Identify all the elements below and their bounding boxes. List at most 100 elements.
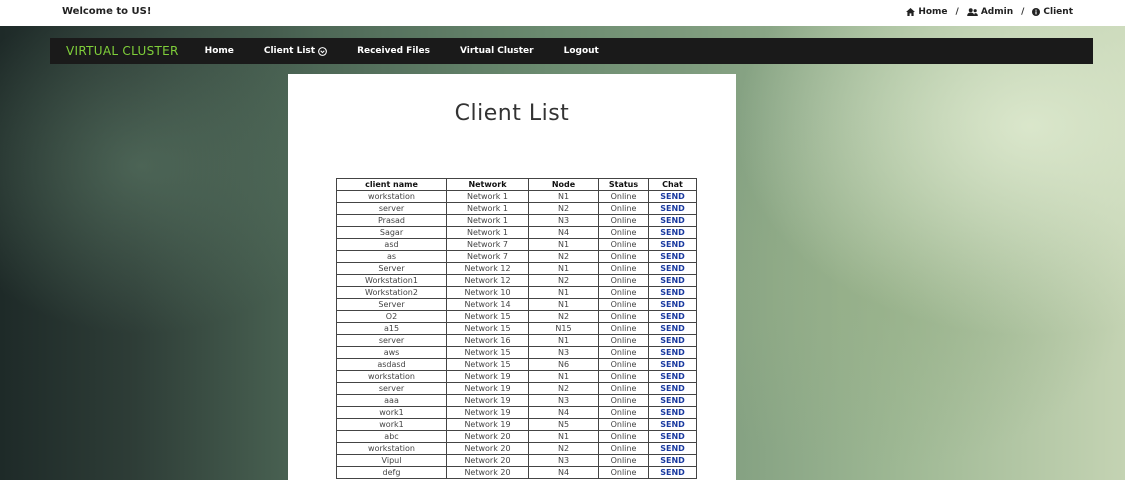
status-cell: Online (598, 238, 649, 251)
status-cell: Online (598, 346, 649, 359)
status-cell: Online (598, 202, 649, 215)
send-button[interactable]: SEND (648, 310, 697, 323)
status-cell: Online (598, 334, 649, 347)
table-row: server Network 19 N2 Online SEND (336, 382, 697, 395)
send-button[interactable]: SEND (648, 214, 697, 227)
client-name-cell: abc (336, 430, 447, 443)
node-cell: N1 (528, 298, 599, 311)
network-cell: Network 10 (446, 286, 529, 299)
client-name-cell: Workstation1 (336, 274, 447, 287)
send-button[interactable]: SEND (648, 202, 697, 215)
nav-client-list-label: Client List (263, 46, 316, 56)
status-cell: Online (598, 310, 649, 323)
node-cell: N1 (528, 430, 599, 443)
status-cell: Online (598, 406, 649, 419)
network-cell: Network 20 (446, 454, 529, 467)
send-button[interactable]: SEND (648, 382, 697, 395)
breadcrumb-client-label: Client (1043, 7, 1073, 17)
table-row: server Network 16 N1 Online SEND (336, 334, 697, 347)
nav-client-list[interactable]: Client List (264, 46, 327, 56)
network-cell: Network 1 (446, 214, 529, 227)
node-cell: N1 (528, 238, 599, 251)
network-cell: Network 1 (446, 202, 529, 215)
network-cell: Network 19 (446, 406, 529, 419)
node-cell: N3 (528, 394, 599, 407)
send-button[interactable]: SEND (648, 298, 697, 311)
table-row: Server Network 12 N1 Online SEND (336, 262, 697, 275)
send-button[interactable]: SEND (648, 346, 697, 359)
status-cell: Online (598, 262, 649, 275)
table-row: workstation Network 1 N1 Online SEND (336, 190, 697, 203)
send-button[interactable]: SEND (648, 238, 697, 251)
send-button[interactable]: SEND (648, 250, 697, 263)
node-cell: N1 (528, 190, 599, 203)
table-row: Workstation1 Network 12 N2 Online SEND (336, 274, 697, 287)
node-cell: N4 (528, 406, 599, 419)
send-button[interactable]: SEND (648, 226, 697, 239)
network-cell: Network 20 (446, 466, 529, 479)
send-button[interactable]: SEND (648, 466, 697, 479)
client-name-cell: O2 (336, 310, 447, 323)
node-cell: N2 (528, 274, 599, 287)
client-name-cell: defg (336, 466, 447, 479)
node-cell: N6 (528, 358, 599, 371)
network-cell: Network 14 (446, 298, 529, 311)
status-cell: Online (598, 370, 649, 383)
nav-logout[interactable]: Logout (564, 46, 599, 56)
breadcrumb-home[interactable]: Home (906, 7, 948, 17)
breadcrumb: Home / Admin / Client (906, 7, 1073, 17)
send-button[interactable]: SEND (648, 358, 697, 371)
network-cell: Network 7 (446, 250, 529, 263)
send-button[interactable]: SEND (648, 406, 697, 419)
send-button[interactable]: SEND (648, 430, 697, 443)
table-row: aws Network 15 N3 Online SEND (336, 346, 697, 359)
send-button[interactable]: SEND (648, 334, 697, 347)
send-button[interactable]: SEND (648, 418, 697, 431)
node-cell: N1 (528, 262, 599, 275)
network-cell: Network 20 (446, 430, 529, 443)
column-header-network: Network (446, 178, 529, 191)
breadcrumb-admin[interactable]: Admin (966, 7, 1013, 17)
send-button[interactable]: SEND (648, 394, 697, 407)
node-cell: N3 (528, 214, 599, 227)
network-cell: Network 7 (446, 238, 529, 251)
node-cell: N2 (528, 310, 599, 323)
nav-home[interactable]: Home (205, 46, 234, 56)
node-cell: N4 (528, 466, 599, 479)
nav-received-files[interactable]: Received Files (357, 46, 430, 56)
send-button[interactable]: SEND (648, 370, 697, 383)
table-row: a15 Network 15 N15 Online SEND (336, 322, 697, 335)
table-row: work1 Network 19 N4 Online SEND (336, 406, 697, 419)
table-row: workstation Network 19 N1 Online SEND (336, 370, 697, 383)
client-name-cell: Workstation2 (336, 286, 447, 299)
welcome-text: Welcome to US! (62, 6, 152, 17)
send-button[interactable]: SEND (648, 262, 697, 275)
send-button[interactable]: SEND (648, 190, 697, 203)
client-name-cell: asd (336, 238, 447, 251)
client-name-cell: aaa (336, 394, 447, 407)
nav-virtual-cluster[interactable]: Virtual Cluster (460, 46, 534, 56)
status-cell: Online (598, 430, 649, 443)
node-cell: N1 (528, 370, 599, 383)
breadcrumb-home-label: Home (918, 7, 948, 17)
send-button[interactable]: SEND (648, 454, 697, 467)
brand-logo[interactable]: VIRTUAL CLUSTER (66, 44, 179, 58)
table-row: aaa Network 19 N3 Online SEND (336, 394, 697, 407)
breadcrumb-separator: / (955, 7, 959, 17)
table-row: O2 Network 15 N2 Online SEND (336, 310, 697, 323)
table-row: defg Network 20 N4 Online SEND (336, 466, 697, 479)
table-row: workstation Network 20 N2 Online SEND (336, 442, 697, 455)
status-cell: Online (598, 394, 649, 407)
send-button[interactable]: SEND (648, 442, 697, 455)
breadcrumb-separator: / (1021, 7, 1025, 17)
network-cell: Network 12 (446, 262, 529, 275)
status-cell: Online (598, 286, 649, 299)
client-name-cell: Server (336, 262, 447, 275)
node-cell: N4 (528, 226, 599, 239)
send-button[interactable]: SEND (648, 274, 697, 287)
top-bar: Welcome to US! Home / Admin / Client (0, 0, 1125, 26)
home-icon (906, 8, 916, 16)
send-button[interactable]: SEND (648, 286, 697, 299)
send-button[interactable]: SEND (648, 322, 697, 335)
breadcrumb-client[interactable]: Client (1032, 7, 1073, 17)
